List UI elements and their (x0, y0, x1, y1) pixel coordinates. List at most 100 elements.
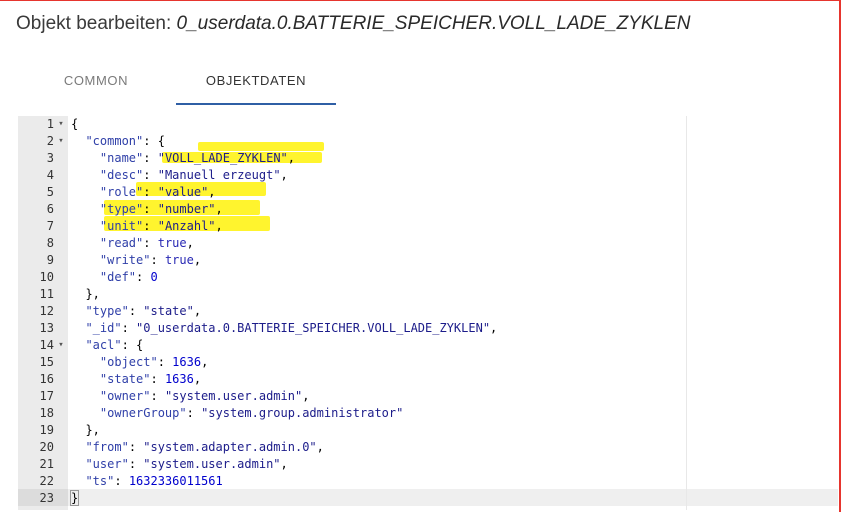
code-token: "owner" (99, 389, 151, 403)
dialog-title-prefix: Objekt bearbeiten: (16, 13, 177, 34)
code-token: "acl" (85, 338, 122, 352)
json-code-editor[interactable]: 1 ▾{2 ▾ "common": {3 "name": "VOLL_LADE_ZY… (18, 116, 838, 510)
code-line[interactable]: 9 "write": true, (18, 252, 838, 269)
line-number: 7 (46, 219, 54, 233)
code-line[interactable]: 12 "type": "state", (18, 303, 838, 320)
fold-toggle-icon[interactable]: ▾ (56, 337, 66, 354)
code-token: true (164, 253, 194, 267)
code-token: "desc" (99, 168, 144, 182)
fold-toggle-icon[interactable]: ▾ (56, 133, 66, 150)
code-token: "from" (85, 440, 129, 454)
code-token: }, (71, 423, 100, 437)
code-token: "unit" (99, 219, 144, 233)
code-token: }, (71, 287, 100, 301)
code-token: "object" (99, 355, 158, 369)
code-line[interactable]: 6 "type": "number", (18, 201, 838, 218)
code-line[interactable]: 13 "_id": "0_userdata.0.BATTERIE_SPEICHE… (18, 320, 838, 337)
code-line[interactable]: 22 "ts": 1632336011561 (18, 473, 838, 490)
tab-objektdaten[interactable]: OBJEKTDATEN (176, 58, 336, 104)
code-token: "system.adapter.admin.0" (143, 440, 317, 454)
line-number: 4 (46, 168, 54, 182)
code-token: , (287, 151, 295, 165)
code-token: , (302, 389, 310, 403)
code-token: , (280, 457, 288, 471)
code-text: "owner": "system.user.admin", (71, 388, 310, 405)
code-line[interactable]: 20 "from": "system.adapter.admin.0", (18, 439, 838, 456)
code-text: "def": 0 (71, 269, 158, 286)
fold-toggle-icon[interactable]: ▾ (56, 116, 66, 133)
code-token: , (316, 440, 324, 454)
code-token: "type" (85, 304, 129, 318)
line-number: 20 (39, 440, 54, 454)
code-text: "ts": 1632336011561 (71, 473, 223, 490)
code-text: "user": "system.user.admin", (71, 456, 288, 473)
code-line[interactable]: 7 "unit": "Anzahl", (18, 218, 838, 235)
code-token: "0_userdata.0.BATTERIE_SPEICHER.VOLL_LAD… (136, 321, 491, 335)
code-line[interactable]: 2 ▾ "common": { (18, 133, 838, 150)
code-line[interactable]: 16 "state": 1636, (18, 371, 838, 388)
dialog-object-id: 0_userdata.0.BATTERIE_SPEICHER.VOLL_LADE… (176, 13, 691, 34)
code-token: : (143, 236, 158, 250)
code-line[interactable]: 8 "read": true, (18, 235, 838, 252)
code-line[interactable]: 1 ▾ { (18, 116, 838, 133)
code-line[interactable]: 3 "name": "VOLL_LADE_ZYKLEN", (18, 150, 838, 167)
line-number: 23 (39, 491, 54, 505)
code-token: } (69, 490, 80, 506)
code-text: }, (71, 422, 100, 439)
code-token: "system.group.administrator" (201, 406, 404, 420)
tab-common[interactable]: COMMON (18, 58, 174, 104)
line-number: 9 (46, 253, 54, 267)
code-line[interactable]: 10 "def": 0 (18, 269, 838, 286)
code-line[interactable]: 17 "owner": "system.user.admin", (18, 388, 838, 405)
code-line[interactable]: 23} (18, 490, 838, 507)
code-token: "ts" (85, 474, 115, 488)
line-number: 10 (39, 270, 54, 284)
code-text: }, (71, 286, 100, 303)
line-number: 17 (39, 389, 54, 403)
code-line[interactable]: 21 "user": "system.user.admin", (18, 456, 838, 473)
window-frame-top (0, 0, 841, 1)
code-token: "system.user.admin" (164, 389, 303, 403)
code-token: "state" (143, 304, 194, 318)
line-number: 16 (39, 372, 54, 386)
code-token: 1632336011561 (128, 474, 223, 488)
line-number: 5 (46, 185, 54, 199)
code-token: , (186, 236, 194, 250)
code-text: "common": { (71, 133, 164, 150)
code-token: "VOLL_LADE_ZYKLEN" (157, 151, 288, 165)
code-token: 0 (150, 270, 158, 284)
code-token: "number" (157, 202, 216, 216)
code-line[interactable]: 5 "role": "value", (18, 184, 838, 201)
line-number: 13 (39, 321, 54, 335)
code-token: : (157, 355, 173, 369)
code-line[interactable]: 14 ▾ "acl": { (18, 337, 838, 354)
code-text: "role": "value", (71, 184, 216, 201)
code-line[interactable]: 11 }, (18, 286, 838, 303)
code-text: { (71, 116, 78, 133)
code-line[interactable]: 18 "ownerGroup": "system.group.administr… (18, 405, 838, 422)
code-text: "_id": "0_userdata.0.BATTERIE_SPEICHER.V… (71, 320, 497, 337)
line-number: 21 (39, 457, 54, 471)
code-token: "name" (99, 151, 144, 165)
tab-bar: COMMON OBJEKTDATEN (18, 58, 838, 106)
code-line[interactable]: 4 "desc": "Manuell erzeugt", (18, 167, 838, 184)
code-token: "common" (85, 134, 144, 148)
code-token: : (128, 457, 144, 471)
code-token: "value" (157, 185, 209, 199)
code-text: "name": "VOLL_LADE_ZYKLEN", (71, 150, 295, 167)
code-line[interactable]: 15 "object": 1636, (18, 354, 838, 371)
code-text: "write": true, (71, 252, 201, 269)
code-line[interactable]: 19 }, (18, 422, 838, 439)
code-token: , (490, 321, 498, 335)
line-number: 3 (46, 151, 54, 165)
line-number: 18 (39, 406, 54, 420)
